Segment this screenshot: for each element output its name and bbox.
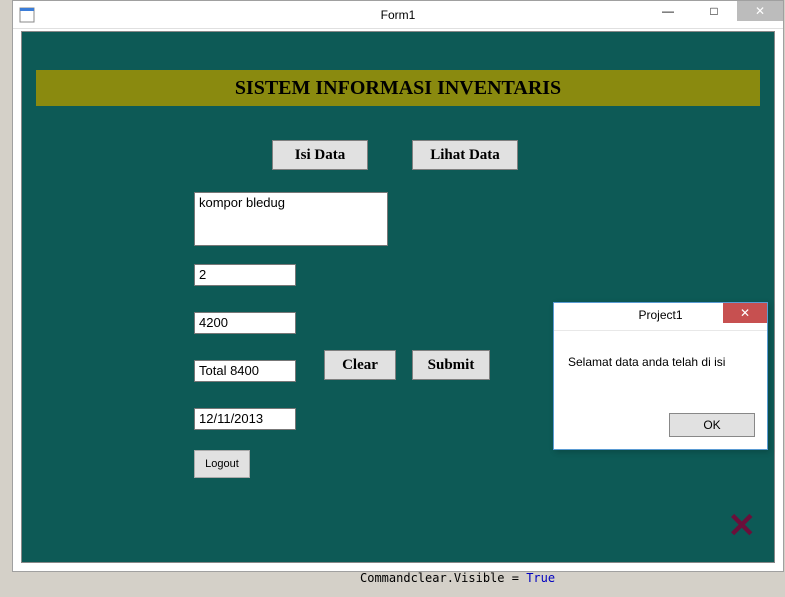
dialog-close-button[interactable]: ✕ [723, 303, 767, 323]
window-controls: — □ ✕ [645, 1, 783, 21]
message-dialog: Project1 ✕ Selamat data anda telah di is… [553, 302, 768, 450]
header-band: SISTEM INFORMASI INVENTARIS [36, 70, 760, 106]
code-behind-snippet: Commandclear.Visible = True [360, 572, 555, 584]
dialog-title: Project1 [638, 308, 682, 322]
main-window: Form1 — □ ✕ SISTEM INFORMASI INVENTARIS … [12, 0, 784, 572]
lihat-data-button[interactable]: Lihat Data [412, 140, 518, 170]
dialog-titlebar[interactable]: Project1 ✕ [554, 303, 767, 331]
item-name-field[interactable]: kompor bledug [194, 192, 388, 246]
close-button[interactable]: ✕ [737, 1, 783, 21]
total-field[interactable]: Total 8400 [194, 360, 296, 382]
app-icon [19, 7, 35, 23]
maximize-button[interactable]: □ [691, 1, 737, 21]
submit-button[interactable]: Submit [412, 350, 490, 380]
price-field[interactable]: 4200 [194, 312, 296, 334]
header-title: SISTEM INFORMASI INVENTARIS [235, 77, 561, 100]
titlebar[interactable]: Form1 — □ ✕ [13, 1, 783, 29]
minimize-button[interactable]: — [645, 1, 691, 21]
dialog-message: Selamat data anda telah di isi [554, 331, 767, 379]
clear-button[interactable]: Clear [324, 350, 396, 380]
window-title: Form1 [381, 8, 416, 22]
logout-button[interactable]: Logout [194, 450, 250, 478]
close-x-icon[interactable]: ✕ [728, 506, 757, 546]
date-field[interactable]: 12/11/2013 [194, 408, 296, 430]
dialog-ok-button[interactable]: OK [669, 413, 755, 437]
isi-data-button[interactable]: Isi Data [272, 140, 368, 170]
quantity-field[interactable]: 2 [194, 264, 296, 286]
form-body: SISTEM INFORMASI INVENTARIS Isi Data Lih… [21, 31, 775, 563]
